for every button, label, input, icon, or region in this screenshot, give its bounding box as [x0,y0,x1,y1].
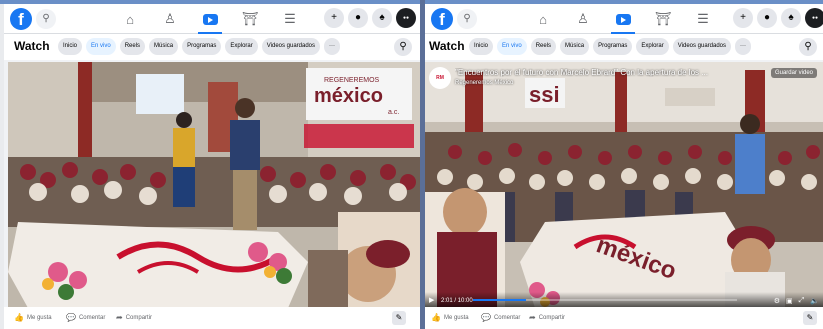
right-facebook-window: f ⚲ ⌂ ♙ ⛩ ☰ + ● ♠ ●● Watch Inicio En viv… [425,4,823,329]
facebook-topbar: f ⚲ ⌂ ♙ ⛩ ☰ + ● ♠ ●● [425,4,823,34]
screenshot-frame: f ⚲ ⌂ ♙ ⛩ ☰ + ● ♠ ●● Watch Inicio En viv… [0,0,823,329]
comment-icon: 💬 [66,313,76,322]
play-icon[interactable]: ▶ [429,296,434,304]
right-video-player[interactable]: ssi méxico RM "Encuentros por el futuro … [425,62,823,308]
main-nav: ⌂ ♙ ⛩ ☰ [110,4,310,34]
watch-search-icon[interactable]: ⚲ [394,38,412,56]
watch-tabs: Inicio En vivo Reels Música Programas Ex… [469,38,752,55]
volume-icon[interactable]: 🔈 [810,297,819,305]
messenger-icon[interactable]: ● [348,8,368,28]
tab-videos-guardados[interactable]: Videos guardados [261,38,321,55]
notifications-icon[interactable]: ♠ [781,8,801,28]
channel-name[interactable]: Regeneremos México [455,80,513,86]
player-icons: ⚙ ▣ ⤢ 🔈 [774,297,819,305]
comment-label: Comentar [78,314,106,321]
search-icon[interactable]: ⚲ [36,9,56,29]
like-button[interactable]: 👍 Me gusta [431,313,469,322]
share-label: Compartir [125,314,153,321]
like-button[interactable]: 👍 Me gusta [14,313,52,322]
more-tabs-button[interactable]: ··· [324,38,341,55]
like-icon: 👍 [14,313,24,322]
create-icon[interactable]: + [733,8,753,28]
edit-icon[interactable]: ✎ [392,311,406,325]
account-icons: + ● ♠ ●● [324,8,416,28]
video-controls: ▶ 2:01 / 10:00 ⚙ ▣ ⤢ 🔈 [425,292,823,308]
friends-icon[interactable]: ♙ [563,4,603,34]
banner-line3: a.c. [388,109,399,116]
banner-line1: REGENEREMOS [324,77,380,84]
tab-musica[interactable]: Música [560,38,590,55]
tab-explorar[interactable]: Explorar [225,38,258,55]
search-icon[interactable]: ⚲ [457,9,477,29]
like-icon: 👍 [431,313,441,322]
marketplace-icon[interactable]: ⛩ [230,4,270,34]
save-video-button[interactable]: Guardar video [770,68,817,78]
banner-line2: méxico [314,85,383,107]
share-label: Compartir [538,314,566,321]
watch-icon[interactable] [603,4,643,34]
miniplayer-icon[interactable]: ▣ [786,297,793,305]
share-icon: ➦ [529,313,536,322]
facebook-topbar: f ⚲ ⌂ ♙ ⛩ ☰ + ● ♠ ●● [4,4,420,34]
video-title[interactable]: "Encuentros por el futuro con Marcelo Eb… [455,68,763,77]
watch-header: Watch Inicio En vivo Reels Música Progra… [425,34,823,60]
comment-button[interactable]: 💬 Comentar [481,313,520,322]
messenger-icon[interactable]: ● [757,8,777,28]
watch-title: Watch [14,39,50,53]
like-label: Me gusta [26,314,52,321]
tab-videos-guardados[interactable]: Videos guardados [672,38,732,55]
tab-inicio[interactable]: Inicio [58,38,83,55]
channel-logo[interactable]: RM [429,67,451,89]
comment-button[interactable]: 💬 Comentar [66,313,105,322]
left-facebook-window: f ⚲ ⌂ ♙ ⛩ ☰ + ● ♠ ●● Watch Inicio En viv… [4,4,420,329]
facebook-logo-icon[interactable]: f [431,8,453,30]
left-post-footer: 👍 Me gusta 💬 Comentar ➦ Compartir ✎ [4,307,420,329]
profile-avatar[interactable]: ●● [396,8,416,28]
notifications-icon[interactable]: ♠ [372,8,392,28]
marketplace-icon[interactable]: ⛩ [643,4,683,34]
watch-title: Watch [429,39,465,53]
tab-reels[interactable]: Reels [530,38,557,55]
share-icon: ➦ [116,313,123,322]
tab-musica[interactable]: Música [149,38,179,55]
profile-avatar[interactable]: ●● [805,8,823,28]
svg-text:ssi: ssi [529,82,560,107]
tab-en-vivo[interactable]: En vivo [86,38,116,55]
edit-icon[interactable]: ✎ [803,311,817,325]
like-label: Me gusta [443,314,469,321]
tab-programas[interactable]: Programas [593,38,633,55]
tab-programas[interactable]: Programas [182,38,222,55]
facebook-logo-icon[interactable]: f [10,8,32,30]
left-video-frame: REGENEREMOS méxico a.c. [8,62,420,308]
home-icon[interactable]: ⌂ [110,4,150,34]
watch-tabs: Inicio En vivo Reels Música Programas Ex… [58,38,341,55]
share-button[interactable]: ➦ Compartir [116,313,152,322]
watch-search-icon[interactable]: ⚲ [799,38,817,56]
share-button[interactable]: ➦ Compartir [529,313,565,322]
video-progress-bar[interactable] [473,299,737,301]
left-video-player[interactable]: REGENEREMOS méxico a.c. [8,62,420,308]
tab-reels[interactable]: Reels [119,38,146,55]
right-post-footer: 👍 Me gusta 💬 Comentar ➦ Compartir ✎ [425,307,823,329]
tab-explorar[interactable]: Explorar [636,38,669,55]
video-time: 2:01 / 10:00 [441,298,473,304]
watch-header: Watch Inicio En vivo Reels Música Progra… [4,34,420,60]
tab-inicio[interactable]: Inicio [469,38,494,55]
main-nav: ⌂ ♙ ⛩ ☰ [523,4,723,34]
comment-icon: 💬 [481,313,491,322]
home-icon[interactable]: ⌂ [523,4,563,34]
more-tabs-button[interactable]: ··· [735,38,752,55]
friends-icon[interactable]: ♙ [150,4,190,34]
watch-icon[interactable] [190,4,230,34]
comment-label: Comentar [493,314,521,321]
fullscreen-icon[interactable]: ⤢ [799,297,805,305]
menu-icon[interactable]: ☰ [683,4,723,34]
tab-en-vivo[interactable]: En vivo [497,38,527,55]
settings-icon[interactable]: ⚙ [774,297,780,305]
menu-icon[interactable]: ☰ [270,4,310,34]
video-progress-fill [473,299,526,301]
account-icons: + ● ♠ ●● [733,8,823,28]
create-icon[interactable]: + [324,8,344,28]
right-video-frame: ssi méxico [425,62,823,308]
